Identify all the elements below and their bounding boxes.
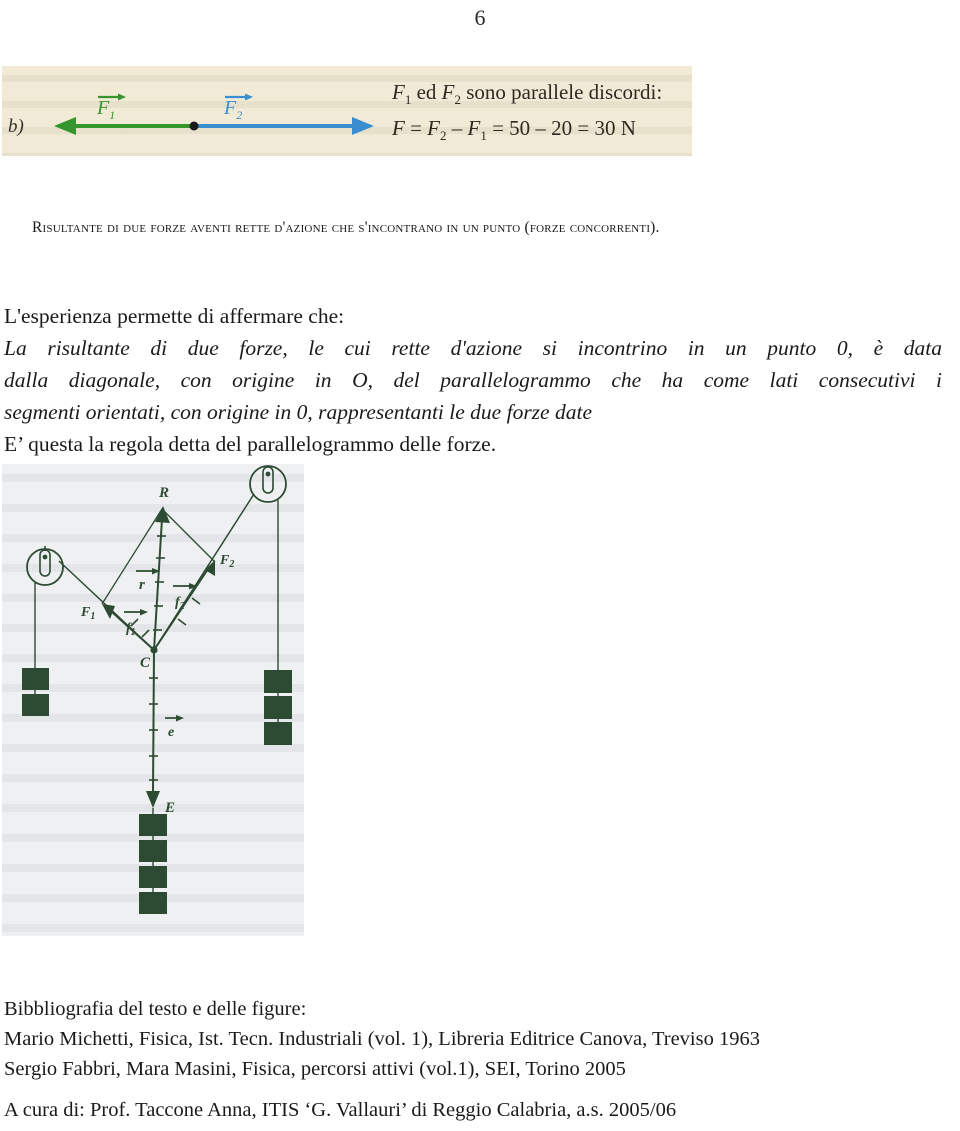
figure-b-panel-label: b) [8, 116, 24, 137]
figure-b-caption-line-1: F1 ed F2 sono parallele discordi: [392, 80, 663, 108]
right-pulley [249, 465, 287, 503]
bibliography: Bibbliografia del testo e delle figure: … [4, 994, 944, 1084]
figure-label-F2: F2 [219, 553, 234, 570]
vector-E [146, 649, 160, 808]
vector-r-bar [136, 568, 160, 575]
page-number: 6 [474, 5, 486, 30]
parallelogram-side-right [161, 508, 216, 563]
figure-label-f2: f2 [175, 595, 185, 612]
left-pulley [26, 546, 64, 586]
vector-f1-arrow [54, 117, 194, 135]
figure-label-R: R [158, 485, 169, 501]
bibliography-heading: Bibbliografia del testo e delle figure: [4, 998, 307, 1020]
figure-label-r: r [139, 577, 145, 593]
body-text: L'esperienza permette di affermare che: … [4, 300, 942, 460]
figure-b-label-f1: F1 [97, 97, 116, 122]
figure-parallelogram-of-forces: .ink { stroke: #2d4a32; fill: none; } .i… [2, 464, 304, 936]
body-statement-line-3: segmenti orientati, con origine in 0, ra… [4, 400, 592, 424]
bibliography-entry: Sergio Fabbri, Mara Masini, Fisica, perc… [4, 1058, 626, 1080]
body-statement-line-1: La risultante di due forze, le cui rette… [4, 336, 942, 360]
body-closing: E’ questa la regola detta del parallelog… [4, 432, 497, 456]
figure-b-caption-line-2: F = F2 – F1 = 50 – 20 = 30 N [392, 116, 636, 144]
parallelogram-side-left [101, 508, 163, 605]
right-weight-stack [264, 500, 292, 745]
figure-b-caption: F1 ed F2 sono parallele discordi: F = F2… [392, 78, 662, 150]
figure-b-label-f2: F2 [224, 97, 243, 122]
figure-label-F1: F1 [80, 605, 95, 622]
bottom-weight-stack [139, 808, 167, 914]
vector-f1-bar [124, 609, 148, 616]
body-intro: L'esperienza permette di affermare che: [4, 304, 345, 328]
figure-label-e: e [168, 725, 174, 740]
figure-parallelogram-drawing: .ink { stroke: #2d4a32; fill: none; } .i… [22, 465, 292, 914]
figure-parallel-discordant-forces: b) F1 F2 F1 ed F2 sono parallele discord… [2, 66, 692, 156]
section-heading: Risultante di due forze aventi rette d'a… [32, 219, 660, 236]
origin-point [189, 121, 199, 131]
document-credit: A cura di: Prof. Taccone Anna, ITIS ‘G. … [4, 1099, 677, 1121]
figure-label-E: E [164, 800, 175, 816]
figure-label-C: C [140, 655, 151, 671]
bibliography-entry: Mario Michetti, Fisica, Ist. Tecn. Indus… [4, 1028, 760, 1050]
vector-f2-arrow [195, 117, 374, 135]
body-statement-line-2: dalla diagonale, con origine in O, del p… [4, 368, 942, 392]
left-weight-stack [22, 582, 49, 716]
vector-e-bar [165, 715, 184, 722]
